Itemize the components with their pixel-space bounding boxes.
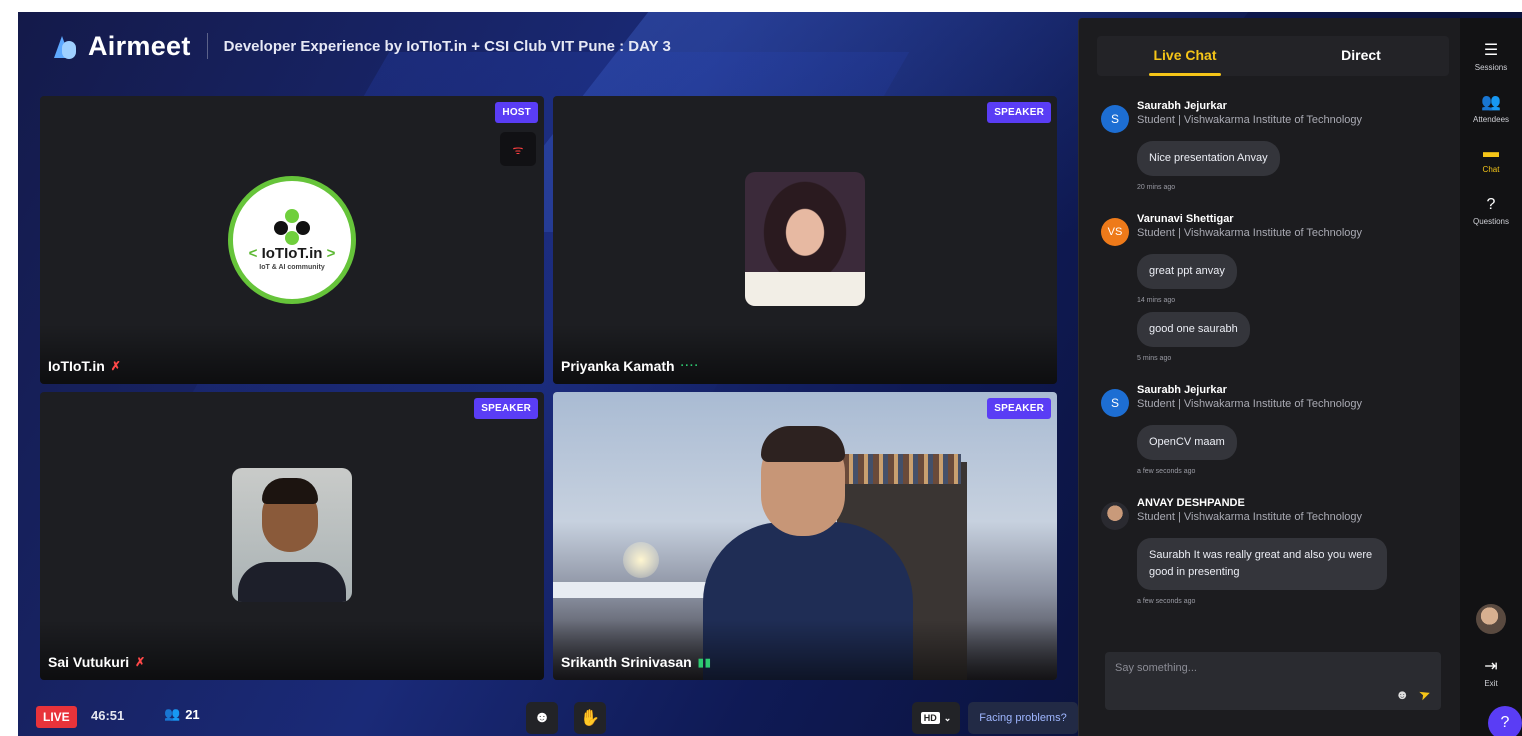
message-time: 5 mins ago [1137,355,1172,362]
video-tile-speaker[interactable]: SPEAKER Priyanka Kamath ···· [553,96,1057,384]
avatar: S [1101,389,1129,417]
video-tile-speaker[interactable]: SPEAKER Sai Vutukuri ✗ [40,392,544,680]
attendee-count: 👥 21 [164,706,200,722]
chat-input-box: ☻ ➤ [1105,652,1441,710]
chat-message: S Saurabh Jejurkar Student | Vishwakarma… [1101,100,1446,191]
mic-muted-icon: ✗ [135,655,146,669]
raise-hand-button[interactable]: ✋ [574,702,606,734]
brand-name: Airmeet [88,30,191,61]
emoji-icon[interactable]: ☻ [1395,687,1409,702]
attendees-icon: 👥 [164,706,181,721]
participant-name: IoTIoT.in ✗ [48,358,121,374]
rail-item-sessions[interactable]: ☰ Sessions [1460,40,1522,72]
sender-name: Varunavi Shettigar [1137,213,1234,225]
rail-item-questions[interactable]: ? Questions [1460,196,1522,226]
exit-button[interactable]: ⇥ Exit [1460,656,1522,688]
quality-selector-button[interactable]: HD ⌄ [912,702,960,734]
message-bubble: Nice presentation Anvay [1137,141,1280,176]
message-time: a few seconds ago [1137,468,1196,475]
sessions-icon: ☰ [1483,42,1499,59]
message-time: 20 mins ago [1137,184,1176,191]
iotiot-logo-tagline: IoT & AI community [259,264,325,271]
session-timer: 46:51 [91,708,125,723]
chat-input[interactable] [1115,660,1415,676]
help-icon[interactable]: ? [1488,706,1522,736]
role-badge: HOST [495,102,538,123]
user-avatar[interactable] [1476,604,1506,634]
avatar: S [1101,105,1129,133]
iotiot-logo: < IoTIoT.in > IoT & AI community [228,176,356,304]
mic-active-icon: ▮▮ [697,656,712,669]
role-badge: SPEAKER [987,398,1051,419]
facing-problems-button[interactable]: Facing problems? [968,702,1078,734]
tab-live-chat[interactable]: Live Chat [1097,36,1273,76]
emoji-reaction-button[interactable]: ☻ [526,702,558,734]
rail-item-attendees[interactable]: 👥 Attendees [1460,92,1522,124]
questions-icon: ? [1486,196,1496,213]
participant-photo [745,172,865,306]
sender-org: Student | Vishwakarma Institute of Techn… [1137,398,1363,410]
rail-item-chat[interactable]: ▬ Chat [1460,144,1522,174]
iotiot-logo-name: < IoTIoT.in > [248,245,336,262]
network-wifi-icon[interactable]: ᯤ [500,132,536,166]
sender-org: Student | Vishwakarma Institute of Techn… [1137,227,1363,239]
chat-message: ANVAY DESHPANDE Student | Vishwakarma In… [1101,497,1446,605]
smiley-icon: ☻ [533,709,551,726]
attendees-icon: 👥 [1481,94,1501,111]
avatar: VS [1101,218,1129,246]
sender-name: Saurabh Jejurkar [1137,384,1227,396]
chat-panel: Live Chat Direct S Saurabh Jejurkar Stud… [1078,18,1460,736]
sender-name: ANVAY DESHPANDE [1137,497,1245,509]
avatar [1101,502,1129,530]
participant-name: Sai Vutukuri ✗ [48,654,146,670]
participant-photo [232,468,352,602]
message-bubble: Saurabh It was really great and also you… [1137,538,1387,590]
message-time: 14 mins ago [1137,297,1176,304]
chat-icon: ▬ [1483,144,1499,161]
tab-direct[interactable]: Direct [1273,36,1449,76]
header: Airmeet Developer Experience by IoTIoT.i… [52,30,671,62]
message-bubble: good one saurabh [1137,312,1250,347]
chevron-down-icon: ⌄ [943,712,952,723]
mic-muted-icon: ✗ [110,359,121,373]
sender-org: Student | Vishwakarma Institute of Techn… [1137,511,1363,523]
message-bubble: OpenCV maam [1137,425,1237,460]
event-title: Developer Experience by IoTIoT.in + CSI … [223,37,671,55]
iotiot-dots-icon [274,209,310,245]
chat-tabs: Live Chat Direct [1097,36,1449,76]
right-rail: ☰ Sessions 👥 Attendees ▬ Chat ? Questions ⇥ E… [1460,18,1522,736]
message-time: a few seconds ago [1137,598,1196,605]
chat-message: S Saurabh Jejurkar Student | Vishwakarma… [1101,384,1446,475]
video-tile-speaker[interactable]: SPEAKER Srikanth Srinivasan ▮▮ [553,392,1057,680]
exit-icon: ⇥ [1484,658,1498,675]
message-bubble: great ppt anvay [1137,254,1237,289]
mic-active-icon: ···· [680,360,700,372]
sender-org: Student | Vishwakarma Institute of Techn… [1137,114,1363,126]
sender-name: Saurabh Jejurkar [1137,100,1227,112]
role-badge: SPEAKER [474,398,538,419]
send-icon[interactable]: ➤ [1417,685,1434,705]
role-badge: SPEAKER [987,102,1051,123]
airmeet-logo-icon [52,33,78,59]
chat-messages[interactable]: S Saurabh Jejurkar Student | Vishwakarma… [1101,100,1446,646]
participant-name: Priyanka Kamath ···· [561,358,700,374]
video-tile-host[interactable]: < IoTIoT.in > IoT & AI community HOST ᯤ … [40,96,544,384]
participant-name: Srikanth Srinivasan ▮▮ [561,654,712,670]
hand-icon: ✋ [580,710,600,727]
live-badge: LIVE [36,706,77,728]
chat-message: VS Varunavi Shettigar Student | Vishwaka… [1101,213,1446,362]
header-divider [206,33,208,59]
bottom-bar: LIVE 46:51 👥 21 ☻ ✋ HD ⌄ Facing problems? [36,694,1078,734]
